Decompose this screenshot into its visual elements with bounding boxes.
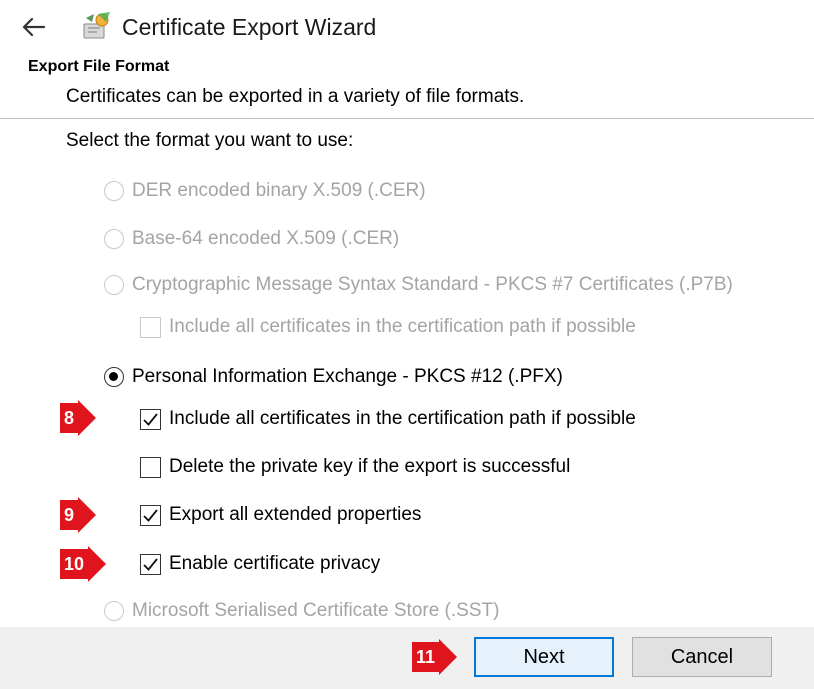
annotation-marker-8: 8 [60,400,97,436]
checkbox-delete-key-option[interactable]: Delete the private key if the export is … [140,452,570,482]
format-prompt: Select the format you want to use: [66,130,354,151]
sst-label: Microsoft Serialised Certificate Store (… [132,600,500,621]
page-subtitle: Certificates can be exported in a variet… [66,86,525,107]
cancel-button[interactable]: Cancel [632,637,772,677]
privacy-checkbox[interactable] [140,553,161,575]
checkbox-pkcs7-include-option[interactable]: Include all certificates in the certific… [140,312,636,342]
export-props-checkbox[interactable] [140,504,161,526]
wizard-footer: 11 Next Cancel [0,627,814,689]
header-divider [0,118,814,119]
pkcs7-label: Cryptographic Message Syntax Standard - … [132,274,733,295]
annotation-marker-9: 9 [60,497,97,533]
pkcs7-include-label: Include all certificates in the certific… [169,316,636,337]
page-title: Export File Format [28,58,170,75]
base64-radio[interactable] [104,229,124,249]
sst-radio[interactable] [104,601,124,621]
radio-pkcs7-option[interactable]: Cryptographic Message Syntax Standard - … [104,270,733,300]
checkbox-privacy-option[interactable]: Enable certificate privacy [140,549,380,579]
pkcs7-include-checkbox[interactable] [140,316,161,338]
marker-11-number: 11 [412,642,440,672]
privacy-label: Enable certificate privacy [169,553,381,574]
checkbox-export-props-option[interactable]: Export all extended properties [140,500,421,530]
annotation-marker-10: 10 [60,546,107,582]
base64-label: Base-64 encoded X.509 (.CER) [132,228,400,249]
radio-sst-option[interactable]: Microsoft Serialised Certificate Store (… [104,596,499,626]
pfx-label: Personal Information Exchange - PKCS #12… [132,366,563,387]
pfx-include-checkbox[interactable] [140,408,161,430]
der-radio[interactable] [104,181,124,201]
pfx-radio[interactable] [104,367,124,387]
certificate-wizard-icon [80,10,112,42]
pkcs7-radio[interactable] [104,275,124,295]
radio-der-option[interactable]: DER encoded binary X.509 (.CER) [104,176,426,206]
export-props-label: Export all extended properties [169,504,422,525]
back-arrow-icon[interactable] [18,12,48,42]
pfx-include-label: Include all certificates in the certific… [169,408,636,429]
wizard-header: Export File Format Certificates can be e… [0,52,814,120]
annotation-marker-11: 11 [412,639,458,675]
radio-pfx-option[interactable]: Personal Information Exchange - PKCS #12… [104,362,563,392]
checkbox-pfx-include-option[interactable]: Include all certificates in the certific… [140,404,636,434]
delete-key-checkbox[interactable] [140,456,161,478]
marker-11-arrow-icon [439,639,458,675]
radio-base64-option[interactable]: Base-64 encoded X.509 (.CER) [104,224,399,254]
marker-9-arrow-icon [78,497,97,533]
title-bar: Certificate Export Wizard [0,0,814,52]
marker-8-arrow-icon [78,400,97,436]
marker-9-number: 9 [60,500,79,530]
marker-10-number: 10 [60,549,89,579]
der-label: DER encoded binary X.509 (.CER) [132,180,426,201]
next-button[interactable]: Next [474,637,614,677]
delete-key-label: Delete the private key if the export is … [169,456,571,477]
marker-8-number: 8 [60,403,79,433]
window-title: Certificate Export Wizard [122,14,377,40]
marker-10-arrow-icon [88,546,107,582]
